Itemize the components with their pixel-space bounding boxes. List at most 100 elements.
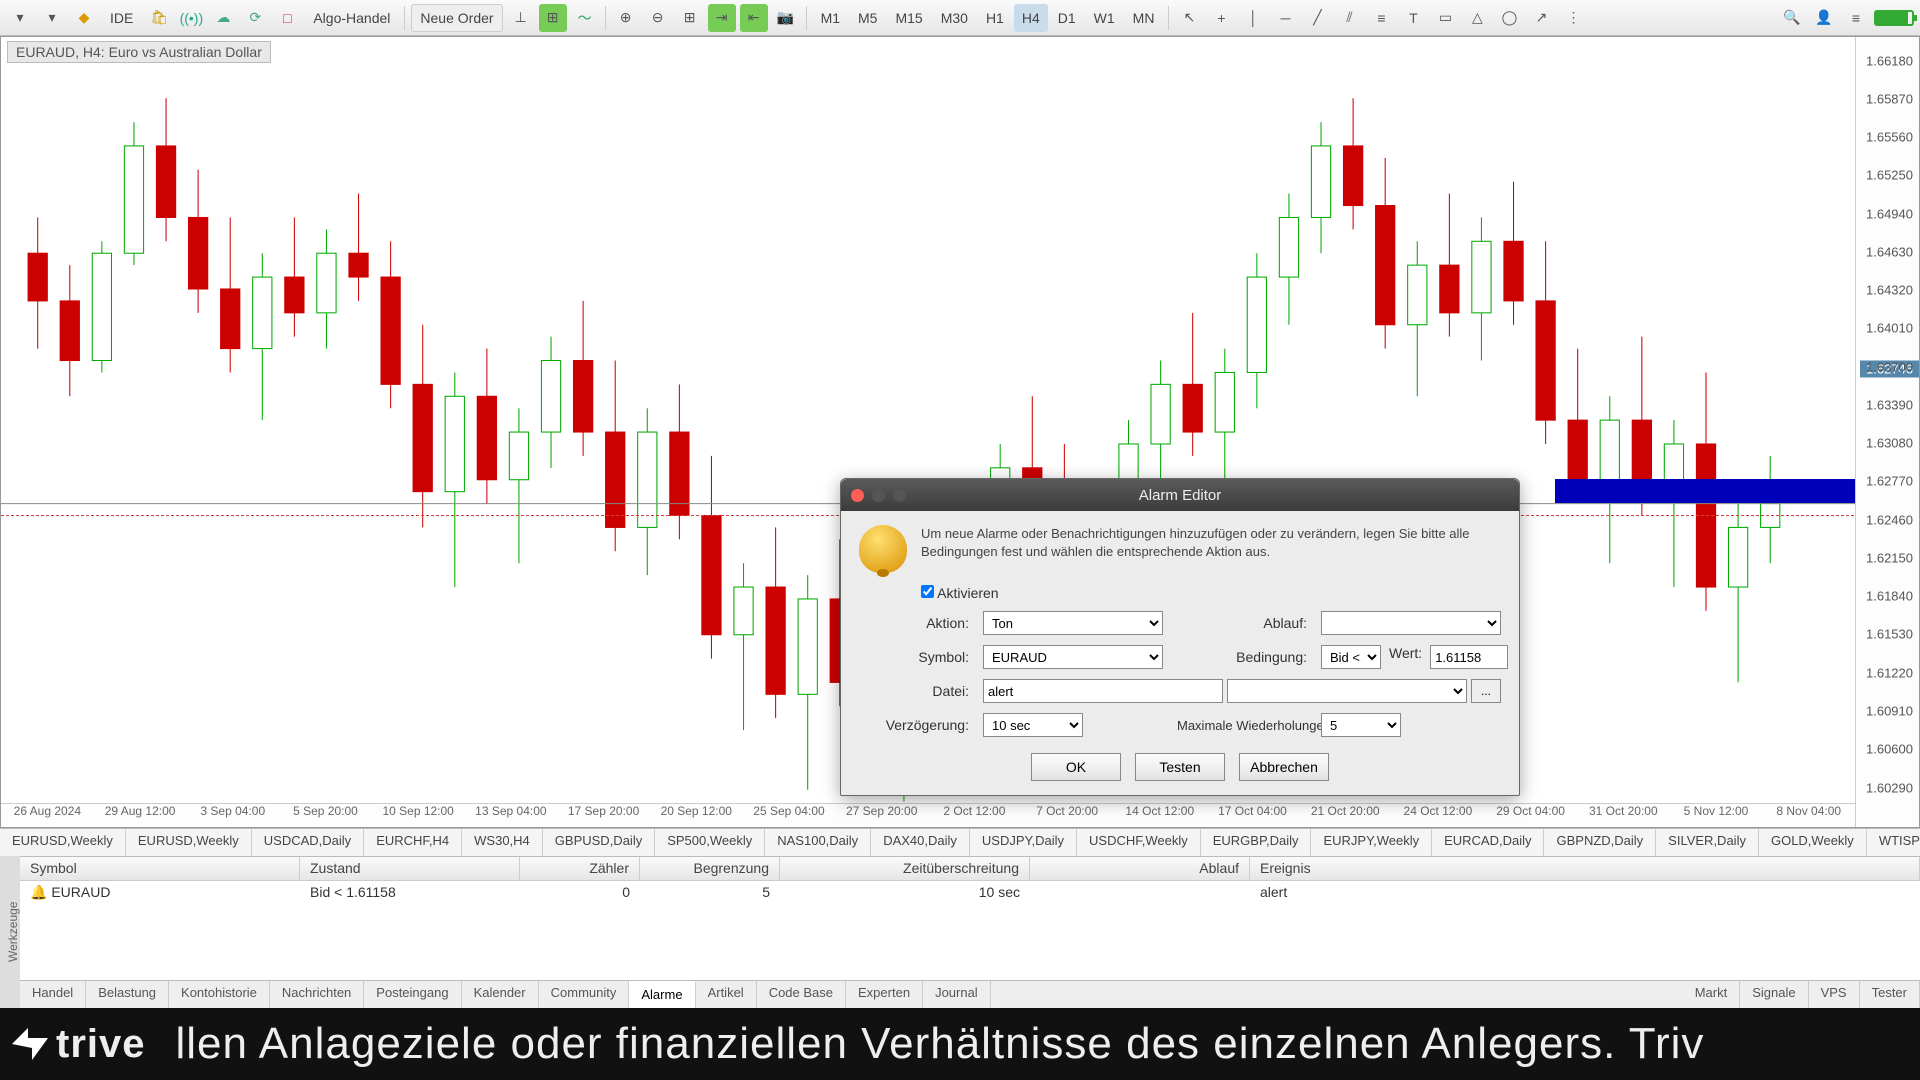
datei-input[interactable] bbox=[983, 679, 1223, 703]
panel-tab-experten[interactable]: Experten bbox=[846, 981, 923, 1008]
chart-tab[interactable]: EURCAD,Daily bbox=[1432, 829, 1544, 856]
chart-tab[interactable]: WTISPOT,Daily bbox=[1867, 829, 1920, 856]
timeframe-H1[interactable]: H1 bbox=[978, 4, 1012, 32]
bedingung-select[interactable]: Bid < bbox=[1321, 645, 1381, 669]
chart-tab[interactable]: USDCAD,Daily bbox=[252, 829, 364, 856]
timeframe-MN[interactable]: MN bbox=[1125, 4, 1163, 32]
search-icon[interactable]: 🔍 bbox=[1778, 4, 1806, 32]
shift-icon[interactable]: ⇤ bbox=[740, 4, 768, 32]
ablauf-select[interactable] bbox=[1321, 611, 1501, 635]
ide-button[interactable]: IDE bbox=[102, 4, 141, 32]
timeframe-M15[interactable]: M15 bbox=[887, 4, 930, 32]
connection-icon[interactable]: ≡ bbox=[1842, 4, 1870, 32]
chart-tab[interactable]: EURGBP,Daily bbox=[1201, 829, 1312, 856]
panel-tab-signale[interactable]: Signale bbox=[1740, 981, 1808, 1008]
save-icon[interactable]: ◆ bbox=[70, 4, 98, 32]
chart-tab[interactable]: SILVER,Daily bbox=[1656, 829, 1759, 856]
text-icon[interactable]: T bbox=[1399, 4, 1427, 32]
activate-checkbox[interactable]: Aktivieren bbox=[921, 585, 999, 601]
timeframe-M5[interactable]: M5 bbox=[850, 4, 885, 32]
chart-type-icon[interactable]: ⊥ bbox=[507, 4, 535, 32]
maxwdh-select[interactable]: 5 bbox=[1321, 713, 1401, 737]
triangle-icon[interactable]: △ bbox=[1463, 4, 1491, 32]
panel-tab-community[interactable]: Community bbox=[539, 981, 630, 1008]
alarm-editor-dialog: Alarm Editor Um neue Alarme oder Benachr… bbox=[840, 478, 1520, 796]
chart-tab[interactable]: EURUSD,Weekly bbox=[126, 829, 252, 856]
panel-tab-belastung[interactable]: Belastung bbox=[86, 981, 169, 1008]
chart-tab[interactable]: NAS100,Daily bbox=[765, 829, 871, 856]
signal-icon[interactable]: ((•)) bbox=[177, 4, 205, 32]
cursor-icon[interactable]: ↖ bbox=[1175, 4, 1203, 32]
market-icon[interactable]: 🛍 bbox=[145, 4, 173, 32]
toolbox-side-label: Werkzeuge bbox=[0, 856, 20, 1008]
trendline-icon[interactable]: ╱ bbox=[1303, 4, 1331, 32]
datei-browse-button[interactable]: ... bbox=[1471, 679, 1501, 703]
chart-tab[interactable]: EURUSD,Weekly bbox=[0, 829, 126, 856]
candles-icon[interactable]: ⊞ bbox=[539, 4, 567, 32]
timeframe-H4[interactable]: H4 bbox=[1014, 4, 1048, 32]
cloud-icon[interactable]: ☁ bbox=[209, 4, 237, 32]
test-button[interactable]: Testen bbox=[1135, 753, 1225, 781]
folder-icon[interactable]: ▾ bbox=[38, 4, 66, 32]
chart-tab[interactable]: GOLD,Weekly bbox=[1759, 829, 1867, 856]
ellipse-icon[interactable]: ◯ bbox=[1495, 4, 1523, 32]
panel-tab-code base[interactable]: Code Base bbox=[757, 981, 846, 1008]
panel-tab-kalender[interactable]: Kalender bbox=[462, 981, 539, 1008]
datei-dropdown[interactable] bbox=[1227, 679, 1467, 703]
chart-tab[interactable]: DAX40,Daily bbox=[871, 829, 970, 856]
wert-input[interactable] bbox=[1430, 645, 1508, 669]
dialog-titlebar[interactable]: Alarm Editor bbox=[841, 479, 1519, 511]
vline-icon[interactable]: │ bbox=[1239, 4, 1267, 32]
hline-icon[interactable]: ─ bbox=[1271, 4, 1299, 32]
grid-icon[interactable]: ⊞ bbox=[676, 4, 704, 32]
zoom-out-icon[interactable]: ⊖ bbox=[644, 4, 672, 32]
arrow-icon[interactable]: ↗ bbox=[1527, 4, 1555, 32]
panel-tab-artikel[interactable]: Artikel bbox=[696, 981, 757, 1008]
maximize-icon[interactable] bbox=[893, 489, 906, 502]
chart-tab[interactable]: EURJPY,Weekly bbox=[1311, 829, 1432, 856]
panel-tab-markt[interactable]: Markt bbox=[1683, 981, 1741, 1008]
ok-button[interactable]: OK bbox=[1031, 753, 1121, 781]
objects-icon[interactable]: ⋮ bbox=[1559, 4, 1587, 32]
camera-icon[interactable]: 📷 bbox=[772, 4, 800, 32]
zoom-in-icon[interactable]: ⊕ bbox=[612, 4, 640, 32]
timeframe-D1[interactable]: D1 bbox=[1050, 4, 1084, 32]
aktion-select[interactable]: Ton bbox=[983, 611, 1163, 635]
minimize-icon[interactable] bbox=[872, 489, 885, 502]
rect-icon[interactable]: ▭ bbox=[1431, 4, 1459, 32]
chart-tab[interactable]: USDCHF,Weekly bbox=[1077, 829, 1201, 856]
cancel-button[interactable]: Abbrechen bbox=[1239, 753, 1329, 781]
panel-tab-journal[interactable]: Journal bbox=[923, 981, 991, 1008]
chart-tab[interactable]: WS30,H4 bbox=[462, 829, 543, 856]
chart-tab[interactable]: GBPUSD,Daily bbox=[543, 829, 655, 856]
verzogerung-select[interactable]: 10 sec bbox=[983, 713, 1083, 737]
chart-tab[interactable]: SP500,Weekly bbox=[655, 829, 765, 856]
panel-tab-kontohistorie[interactable]: Kontohistorie bbox=[169, 981, 270, 1008]
chart-tab[interactable]: EURCHF,H4 bbox=[364, 829, 462, 856]
algo-trading-button[interactable]: Algo-Handel bbox=[305, 4, 398, 32]
chart-tab[interactable]: GBPNZD,Daily bbox=[1544, 829, 1656, 856]
new-order-button[interactable]: Neue Order bbox=[411, 4, 502, 32]
timeframe-M30[interactable]: M30 bbox=[933, 4, 976, 32]
panel-tab-vps[interactable]: VPS bbox=[1809, 981, 1860, 1008]
chart-tab[interactable]: USDJPY,Daily bbox=[970, 829, 1077, 856]
stop-icon[interactable]: □ bbox=[273, 4, 301, 32]
panel-tab-handel[interactable]: Handel bbox=[20, 981, 86, 1008]
symbol-select[interactable]: EURAUD bbox=[983, 645, 1163, 669]
new-doc-icon[interactable]: ▾ bbox=[6, 4, 34, 32]
crosshair-icon[interactable]: + bbox=[1207, 4, 1235, 32]
panel-tab-posteingang[interactable]: Posteingang bbox=[364, 981, 461, 1008]
panel-tab-alarme[interactable]: Alarme bbox=[629, 981, 695, 1008]
refresh-icon[interactable]: ⟳ bbox=[241, 4, 269, 32]
autoscroll-icon[interactable]: ⇥ bbox=[708, 4, 736, 32]
timeframe-M1[interactable]: M1 bbox=[813, 4, 848, 32]
panel-tab-tester[interactable]: Tester bbox=[1860, 981, 1920, 1008]
channel-icon[interactable]: ⫽ bbox=[1335, 4, 1363, 32]
fibo-icon[interactable]: ≡ bbox=[1367, 4, 1395, 32]
panel-tab-nachrichten[interactable]: Nachrichten bbox=[270, 981, 364, 1008]
account-icon[interactable]: 👤 bbox=[1810, 4, 1838, 32]
line-icon[interactable]: 〜 bbox=[571, 4, 599, 32]
alert-row[interactable]: 🔔 EURAUD Bid < 1.61158 0 5 10 sec alert bbox=[20, 881, 1920, 905]
close-icon[interactable] bbox=[851, 489, 864, 502]
timeframe-W1[interactable]: W1 bbox=[1086, 4, 1123, 32]
